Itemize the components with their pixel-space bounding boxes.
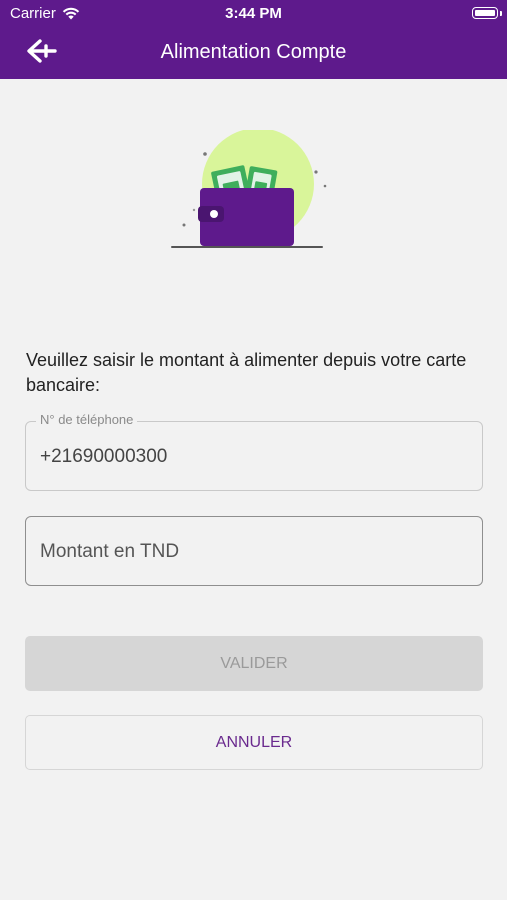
amount-field[interactable]: Montant en TND <box>25 516 483 586</box>
validate-button[interactable]: VALIDER <box>25 636 483 691</box>
phone-field[interactable]: N° de téléphone +21690000300 <box>25 412 483 491</box>
wallet-illustration <box>160 128 340 260</box>
instruction-text: Veuillez saisir le montant à alimenter d… <box>26 350 467 395</box>
phone-field-label: N° de téléphone <box>36 412 138 427</box>
phone-field-value[interactable]: +21690000300 <box>40 446 167 468</box>
battery-icon <box>472 7 498 19</box>
page-title: Alimentation Compte <box>160 41 347 63</box>
navigation-bar: Alimentation Compte <box>0 28 507 79</box>
status-bar: Carrier 3:44 PM <box>0 0 507 28</box>
cancel-button[interactable]: ANNULER <box>25 715 483 770</box>
wallet-with-cash-icon <box>171 128 327 248</box>
amount-field-placeholder[interactable]: Montant en TND <box>40 541 179 563</box>
battery-tip <box>500 11 502 16</box>
status-time: 3:44 PM <box>225 5 282 22</box>
